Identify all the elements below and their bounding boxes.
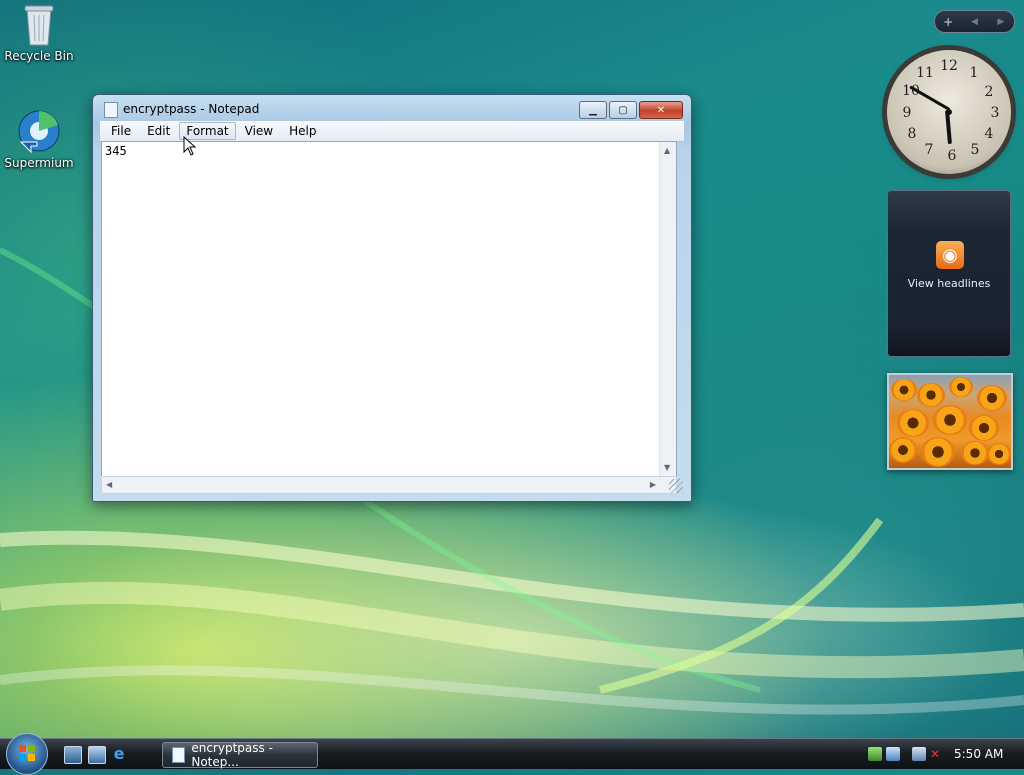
flower-photo	[949, 377, 973, 397]
view-headlines-label[interactable]: View headlines	[888, 277, 1010, 290]
desktop-icon-recycle-bin[interactable]: Recycle Bin	[1, 3, 77, 63]
next-page-icon[interactable]: ▶	[988, 17, 1014, 27]
volume-muted-icon[interactable]: ✕	[930, 747, 944, 761]
flower-photo	[969, 415, 999, 441]
editor-content[interactable]: 345	[105, 144, 127, 158]
maximize-icon: ▢	[618, 104, 628, 116]
flower-photo	[891, 379, 917, 401]
clock-numeral: 3	[990, 105, 1000, 121]
notepad-window[interactable]: encryptpass - Notepad ▁ ▢ ✕ File Edit Fo…	[92, 94, 692, 502]
flower-photo	[921, 437, 955, 467]
supermium-browser-icon	[18, 110, 60, 154]
close-button[interactable]: ✕	[639, 101, 683, 119]
text-editor[interactable]: 345 ▲ ▼	[101, 141, 677, 477]
flower-photo	[933, 405, 967, 435]
rss-icon: ◉	[936, 241, 964, 269]
clock-numeral: 5	[970, 142, 980, 158]
windows-start-icon	[19, 745, 35, 761]
clock-numeral: 9	[902, 105, 912, 121]
clock-numeral: 6	[947, 148, 957, 164]
taskbar-clock[interactable]: 5:50 AM	[954, 747, 1003, 761]
desktop-icon-supermium[interactable]: Supermium	[1, 108, 77, 170]
flower-photo	[977, 385, 1007, 411]
clock-numeral: 12	[940, 58, 958, 74]
taskbar-notepad-button[interactable]: encryptpass - Notep...	[162, 741, 318, 769]
feed-headlines-gadget[interactable]: ◉ View headlines	[887, 190, 1011, 357]
taskbar-button-label: encryptpass - Notep...	[191, 741, 273, 769]
clock-numeral: 8	[907, 126, 917, 142]
clock-numeral: 7	[924, 142, 934, 158]
flower-photo	[961, 441, 989, 465]
add-gadget-icon[interactable]: +	[935, 15, 961, 29]
flower-photo	[987, 443, 1011, 465]
show-desktop-icon[interactable]	[64, 746, 82, 764]
slideshow-gadget[interactable]	[887, 373, 1013, 470]
menu-view[interactable]: View	[238, 122, 280, 140]
menu-edit[interactable]: Edit	[140, 122, 177, 140]
flower-photo	[889, 437, 917, 463]
scroll-right-icon[interactable]: ▶	[650, 480, 656, 489]
clock-numeral: 2	[984, 84, 994, 100]
network-connections-icon[interactable]	[912, 747, 926, 761]
horizontal-scrollbar[interactable]: ◀ ▶	[101, 476, 677, 494]
resize-grip[interactable]	[669, 479, 683, 493]
menu-file[interactable]: File	[104, 122, 138, 140]
maximize-button[interactable]: ▢	[609, 101, 637, 119]
clock-gadget[interactable]: 12 1 2 3 4 5 6 7 8 9 10 11	[887, 50, 1011, 174]
flower-photo	[897, 409, 929, 437]
menu-help[interactable]: Help	[282, 122, 323, 140]
safely-remove-icon[interactable]	[868, 747, 882, 761]
clock-center	[946, 109, 952, 115]
minimize-icon: ▁	[589, 104, 597, 116]
close-icon: ✕	[656, 104, 666, 116]
clock-numeral: 4	[984, 126, 994, 142]
start-button[interactable]	[6, 733, 48, 775]
desktop-icon-label: Supermium	[4, 156, 74, 170]
notepad-icon	[104, 102, 118, 118]
flower-photo	[917, 383, 945, 407]
clock-numeral: 11	[916, 65, 934, 81]
recycle-bin-icon	[24, 5, 54, 46]
scroll-up-icon[interactable]: ▲	[664, 146, 670, 155]
desktop-icon-label: Recycle Bin	[4, 49, 74, 63]
taskbar: e encryptpass - Notep... ✕ 5:50 AM	[0, 733, 1024, 775]
internet-explorer-icon[interactable]: e	[111, 746, 127, 762]
vertical-scrollbar[interactable]: ▲ ▼	[659, 142, 676, 476]
system-tray: ✕ 5:50 AM	[868, 739, 1024, 769]
minimize-button[interactable]: ▁	[579, 101, 607, 119]
scroll-down-icon[interactable]: ▼	[664, 463, 670, 472]
clock-hour-hand	[945, 110, 952, 145]
mouse-cursor-icon	[183, 136, 197, 156]
caption-buttons: ▁ ▢ ✕	[577, 101, 683, 119]
previous-page-icon[interactable]: ◀	[961, 17, 987, 27]
window-title: encryptpass - Notepad	[123, 102, 260, 116]
sidebar-controls: + ◀ ▶	[934, 10, 1015, 33]
scroll-left-icon[interactable]: ◀	[106, 480, 112, 489]
clock-numeral: 1	[969, 65, 979, 81]
network-icon[interactable]	[886, 747, 900, 761]
notepad-icon	[172, 747, 186, 763]
switch-windows-icon[interactable]	[88, 746, 106, 764]
